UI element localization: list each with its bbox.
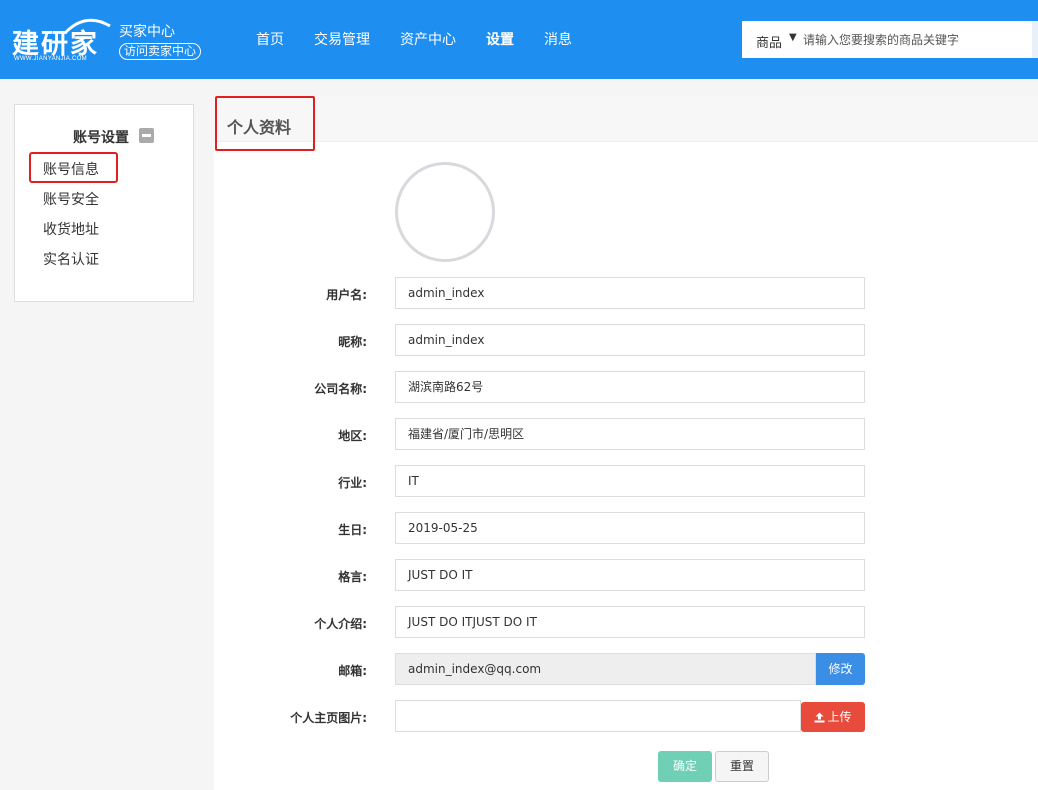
search-category-select[interactable]: 商品 bbox=[756, 32, 782, 51]
sidebar-title: 账号设置 bbox=[73, 130, 129, 146]
sidebar-item-real-name-verification[interactable]: 实名认证 bbox=[43, 249, 99, 269]
title-highlight bbox=[215, 96, 315, 151]
region-label: 地区: bbox=[338, 429, 367, 443]
region-field[interactable]: 福建省/厦门市/思明区 bbox=[395, 418, 865, 450]
industry-label: 行业: bbox=[338, 476, 367, 490]
upload-button[interactable]: 上传 bbox=[801, 702, 865, 732]
homepage-image-label: 个人主页图片: bbox=[290, 711, 367, 725]
introduction-label: 个人介绍: bbox=[314, 617, 367, 631]
visit-seller-center-link[interactable]: 访问卖家中心 bbox=[119, 43, 202, 60]
company-field[interactable]: 湖滨南路62号 bbox=[395, 371, 865, 403]
main-nav: 首页 交易管理 资产中心 设置 消息 bbox=[256, 30, 602, 50]
reset-button[interactable]: 重置 bbox=[715, 751, 769, 782]
username-field[interactable]: admin_index bbox=[395, 277, 865, 309]
company-label: 公司名称: bbox=[314, 382, 367, 396]
nav-trade-management[interactable]: 交易管理 bbox=[314, 30, 370, 50]
avatar[interactable] bbox=[395, 162, 495, 262]
confirm-button[interactable]: 确定 bbox=[658, 751, 712, 782]
sidebar-item-account-security[interactable]: 账号安全 bbox=[43, 189, 99, 209]
nav-asset-center[interactable]: 资产中心 bbox=[400, 30, 456, 50]
panel-header: 个人资料 bbox=[214, 96, 1038, 142]
site-logo[interactable]: 建研家 WWW.JIANYANJIA.COM bbox=[12, 14, 111, 64]
top-header: 建研家 WWW.JIANYANJIA.COM 买家中心 访问卖家中心 首页 交易… bbox=[0, 0, 1038, 79]
nav-home[interactable]: 首页 bbox=[256, 30, 284, 50]
email-label: 邮箱: bbox=[338, 664, 367, 678]
profile-panel: 个人资料 用户名: admin_index 昵称: admin_index 公司… bbox=[214, 96, 1038, 790]
username-label: 用户名: bbox=[326, 288, 367, 302]
caret-down-icon[interactable]: ▼ bbox=[789, 32, 797, 43]
sidebar-item-shipping-address[interactable]: 收货地址 bbox=[43, 219, 99, 239]
buyer-center-title: 买家中心 bbox=[119, 24, 175, 40]
nickname-field[interactable]: admin_index bbox=[395, 324, 865, 356]
email-field: admin_index@qq.com bbox=[395, 653, 816, 685]
sidebar: 账号设置 账号信息 账号安全 收货地址 实名认证 bbox=[14, 104, 194, 302]
homepage-image-field[interactable] bbox=[395, 700, 801, 732]
search-bar: 商品 ▼ bbox=[742, 21, 1032, 58]
motto-field[interactable]: JUST DO IT bbox=[395, 559, 865, 591]
motto-label: 格言: bbox=[338, 570, 367, 584]
edit-email-button[interactable]: 修改 bbox=[816, 653, 865, 685]
industry-field[interactable]: IT bbox=[395, 465, 865, 497]
upload-icon bbox=[814, 712, 825, 723]
birthday-field[interactable]: 2019-05-25 bbox=[395, 512, 865, 544]
collapse-icon[interactable] bbox=[139, 128, 154, 143]
search-button[interactable] bbox=[1032, 21, 1038, 58]
search-input[interactable] bbox=[803, 30, 1023, 50]
birthday-label: 生日: bbox=[338, 523, 367, 537]
upload-label: 上传 bbox=[827, 710, 852, 724]
introduction-field[interactable]: JUST DO ITJUST DO IT bbox=[395, 606, 865, 638]
nav-messages[interactable]: 消息 bbox=[544, 30, 572, 50]
nav-settings[interactable]: 设置 bbox=[486, 30, 514, 50]
nickname-label: 昵称: bbox=[338, 335, 367, 349]
logo-url: WWW.JIANYANJIA.COM bbox=[14, 56, 87, 62]
sidebar-item-account-info[interactable]: 账号信息 bbox=[43, 159, 99, 179]
